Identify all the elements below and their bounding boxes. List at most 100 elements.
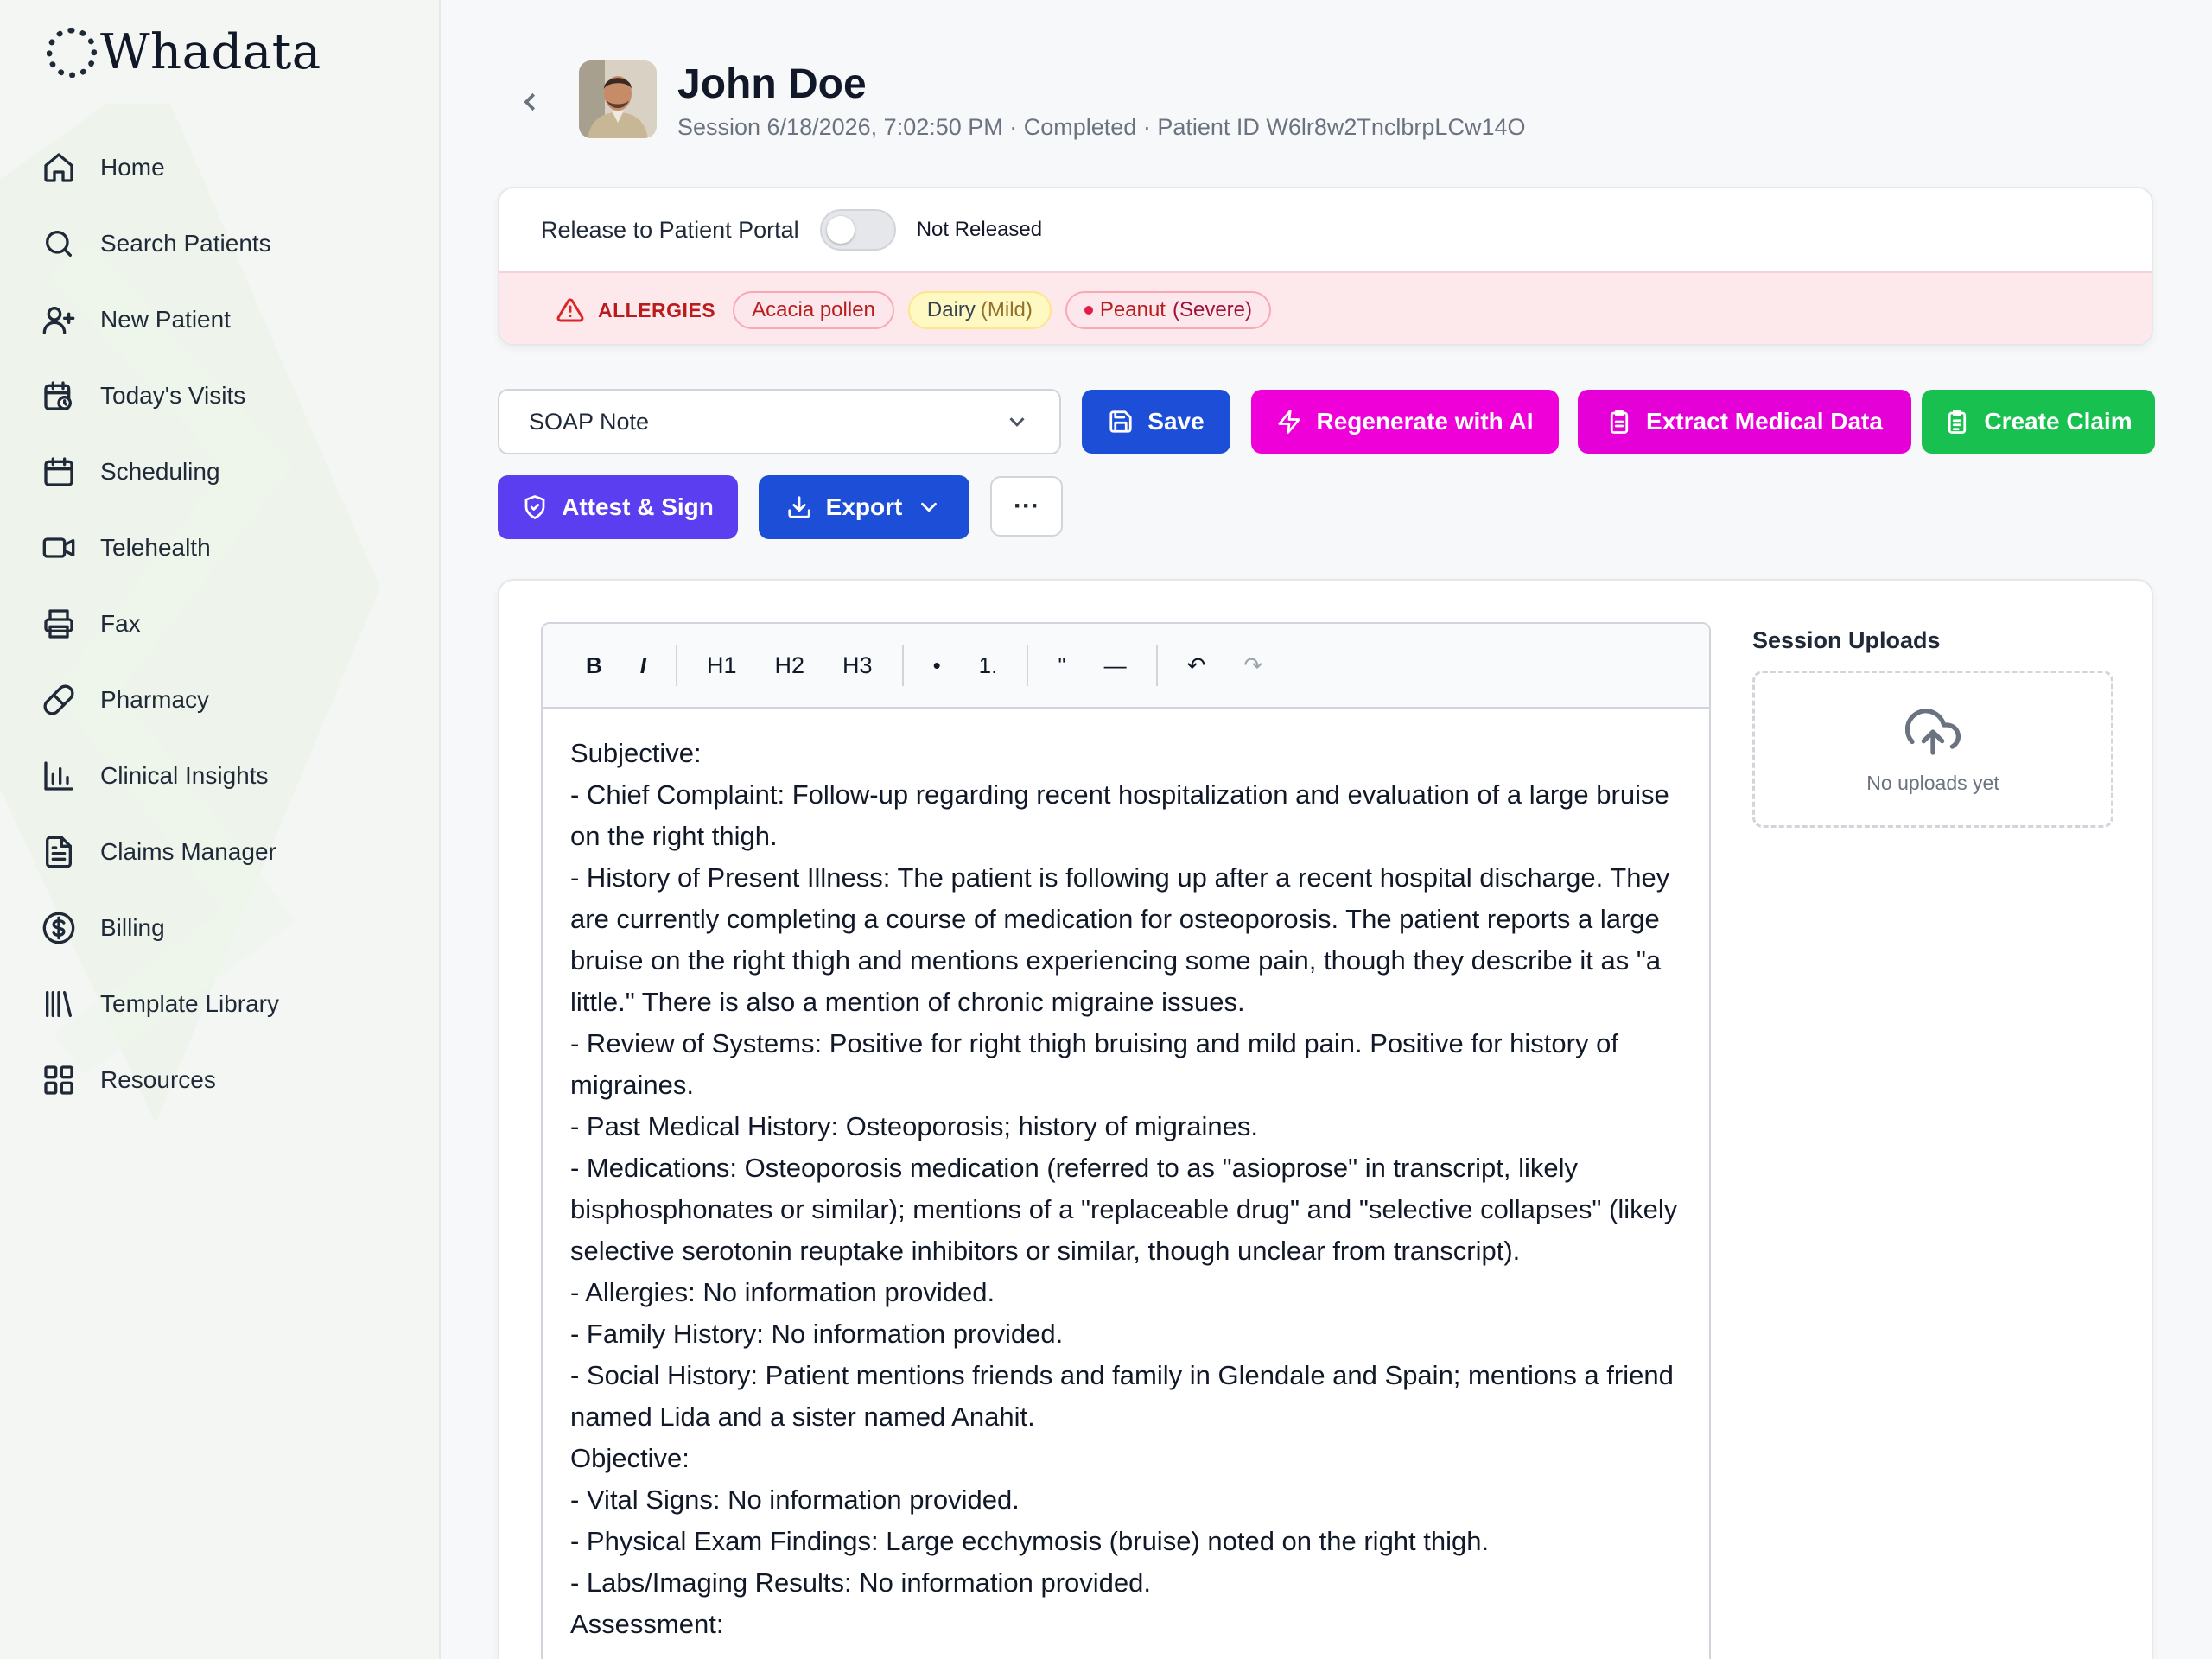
ordered-list-button[interactable]: 1. (960, 652, 1017, 679)
sidebar-item-label: New Patient (100, 306, 231, 333)
note-template-value: SOAP Note (529, 408, 650, 435)
session-meta: Session 6/18/2026, 7:02:50 PM · Complete… (677, 114, 1526, 140)
note-editor-card: B I H1 H2 H3 • 1. " — ↶ ↷ Subjective: - … (498, 579, 2153, 1659)
file-text-icon (46, 836, 73, 868)
heading2-button[interactable]: H2 (756, 652, 824, 679)
editor-toolbar: B I H1 H2 H3 • 1. " — ↶ ↷ (543, 624, 1709, 709)
calendar-icon (44, 457, 73, 486)
extract-medical-data-button[interactable]: Extract Medical Data (1578, 390, 1911, 454)
attest-sign-button[interactable]: Attest & Sign (498, 475, 738, 539)
regenerate-ai-button[interactable]: Regenerate with AI (1251, 390, 1559, 454)
toggle-knob (826, 216, 855, 244)
toolbar-divider (676, 645, 678, 686)
allergy-chip: Peanut (Severe) (1065, 291, 1272, 329)
sidebar-item-clinical-insights[interactable]: Clinical Insights (38, 738, 418, 814)
download-icon (788, 496, 810, 518)
save-button-label: Save (1147, 408, 1205, 435)
sidebar-item-label: Resources (100, 1066, 216, 1093)
sidebar-item-telehealth[interactable]: Telehealth (38, 510, 418, 586)
back-button[interactable] (512, 83, 550, 121)
sidebar-item-template-library[interactable]: Template Library (38, 966, 418, 1042)
toolbar-divider (901, 645, 904, 686)
logo-ring-icon (47, 27, 97, 78)
sidebar-item-label: Search Patients (100, 230, 271, 257)
calendar-clock-icon (44, 381, 72, 410)
library-icon (46, 991, 73, 1017)
patient-avatar (579, 60, 657, 138)
export-label: Export (825, 493, 903, 520)
heading1-button[interactable]: H1 (688, 652, 756, 679)
rich-text-editor: B I H1 H2 H3 • 1. " — ↶ ↷ Subjective: - … (541, 622, 1711, 1659)
undo-button[interactable]: ↶ (1168, 652, 1225, 679)
allergy-severity: (Mild) (980, 298, 1033, 321)
note-content[interactable]: Subjective: - Chief Complaint: Follow-up… (543, 709, 1709, 1659)
sidebar-item-label: Home (100, 154, 165, 181)
sidebar: Whadata Home Search Patients New Patient… (0, 0, 441, 1659)
sidebar-item-new-patient[interactable]: New Patient (38, 282, 418, 358)
session-uploads-dropzone[interactable]: No uploads yet (1752, 671, 2113, 828)
warning-triangle-icon (556, 298, 584, 322)
create-claim-label: Create Claim (1984, 408, 2133, 435)
lightning-icon (1278, 410, 1301, 434)
clipboard-icon (1610, 410, 1629, 434)
heading3-button[interactable]: H3 (823, 652, 892, 679)
severe-dot-icon (1084, 306, 1093, 315)
session-uploads-title: Session Uploads (1752, 627, 1941, 653)
toolbar-divider (1155, 645, 1158, 686)
grid-icon (44, 1065, 73, 1095)
sidebar-item-label: Pharmacy (100, 686, 210, 713)
sidebar-item-label: Scheduling (100, 458, 220, 485)
export-button[interactable]: Export (759, 475, 969, 539)
portal-release-status: Not Released (916, 218, 1043, 241)
sidebar-item-billing[interactable]: Billing (38, 890, 418, 966)
chevron-down-icon (1009, 417, 1025, 427)
sidebar-item-resources[interactable]: Resources (38, 1042, 418, 1118)
printer-icon (44, 609, 73, 639)
horizontal-rule-button[interactable]: — (1085, 652, 1146, 679)
blockquote-button[interactable]: " (1039, 652, 1084, 679)
sidebar-item-label: Template Library (100, 990, 279, 1017)
bold-button[interactable]: B (567, 652, 621, 679)
sidebar-nav: Home Search Patients New Patient Today's… (38, 130, 418, 1118)
sidebar-item-claims-manager[interactable]: Claims Manager (38, 814, 418, 890)
shield-check-icon (524, 495, 545, 519)
app-logo[interactable]: Whadata (47, 24, 321, 80)
regenerate-ai-label: Regenerate with AI (1316, 408, 1534, 435)
sidebar-item-search-patients[interactable]: Search Patients (38, 206, 418, 282)
allergies-banner: ALLERGIES Acacia pollen Dairy (Mild) Pea… (499, 271, 2152, 344)
cloud-upload-icon (1905, 708, 1961, 755)
sidebar-item-pharmacy[interactable]: Pharmacy (38, 662, 418, 738)
bullet-list-button[interactable]: • (914, 652, 960, 679)
save-icon (1109, 410, 1132, 433)
extract-medical-data-label: Extract Medical Data (1646, 408, 1883, 435)
portal-release-toggle[interactable] (819, 209, 896, 251)
redo-button[interactable]: ↷ (1224, 652, 1281, 679)
attest-sign-label: Attest & Sign (562, 493, 714, 520)
sidebar-item-label: Fax (100, 610, 141, 637)
allergy-name: Acacia pollen (752, 298, 875, 321)
more-options-button[interactable]: ··· (990, 476, 1063, 537)
create-claim-button[interactable]: Create Claim (1922, 390, 2155, 454)
user-plus-icon (42, 307, 75, 334)
avatar-photo (579, 60, 657, 138)
portal-release-row: Release to Patient Portal Not Released (499, 188, 2152, 271)
sidebar-item-todays-visits[interactable]: Today's Visits (38, 358, 418, 434)
app-name: Whadata (100, 24, 321, 80)
sidebar-item-fax[interactable]: Fax (38, 586, 418, 662)
portal-release-label: Release to Patient Portal (541, 216, 799, 243)
note-template-select[interactable]: SOAP Note (498, 389, 1061, 454)
sidebar-item-home[interactable]: Home (38, 130, 418, 206)
sidebar-item-label: Billing (100, 914, 165, 941)
bar-chart-icon (44, 761, 73, 791)
home-icon (44, 153, 73, 182)
sidebar-item-label: Telehealth (100, 534, 211, 561)
save-button[interactable]: Save (1082, 390, 1230, 454)
italic-button[interactable]: I (621, 652, 665, 679)
sidebar-item-label: Clinical Insights (100, 762, 269, 789)
clipboard-list-icon (1948, 410, 1967, 434)
sidebar-item-scheduling[interactable]: Scheduling (38, 434, 418, 510)
video-icon (42, 537, 75, 558)
more-options-icon: ··· (1014, 492, 1039, 520)
allergy-name: Peanut (1099, 298, 1166, 321)
allergy-severity: (Severe) (1172, 298, 1253, 321)
